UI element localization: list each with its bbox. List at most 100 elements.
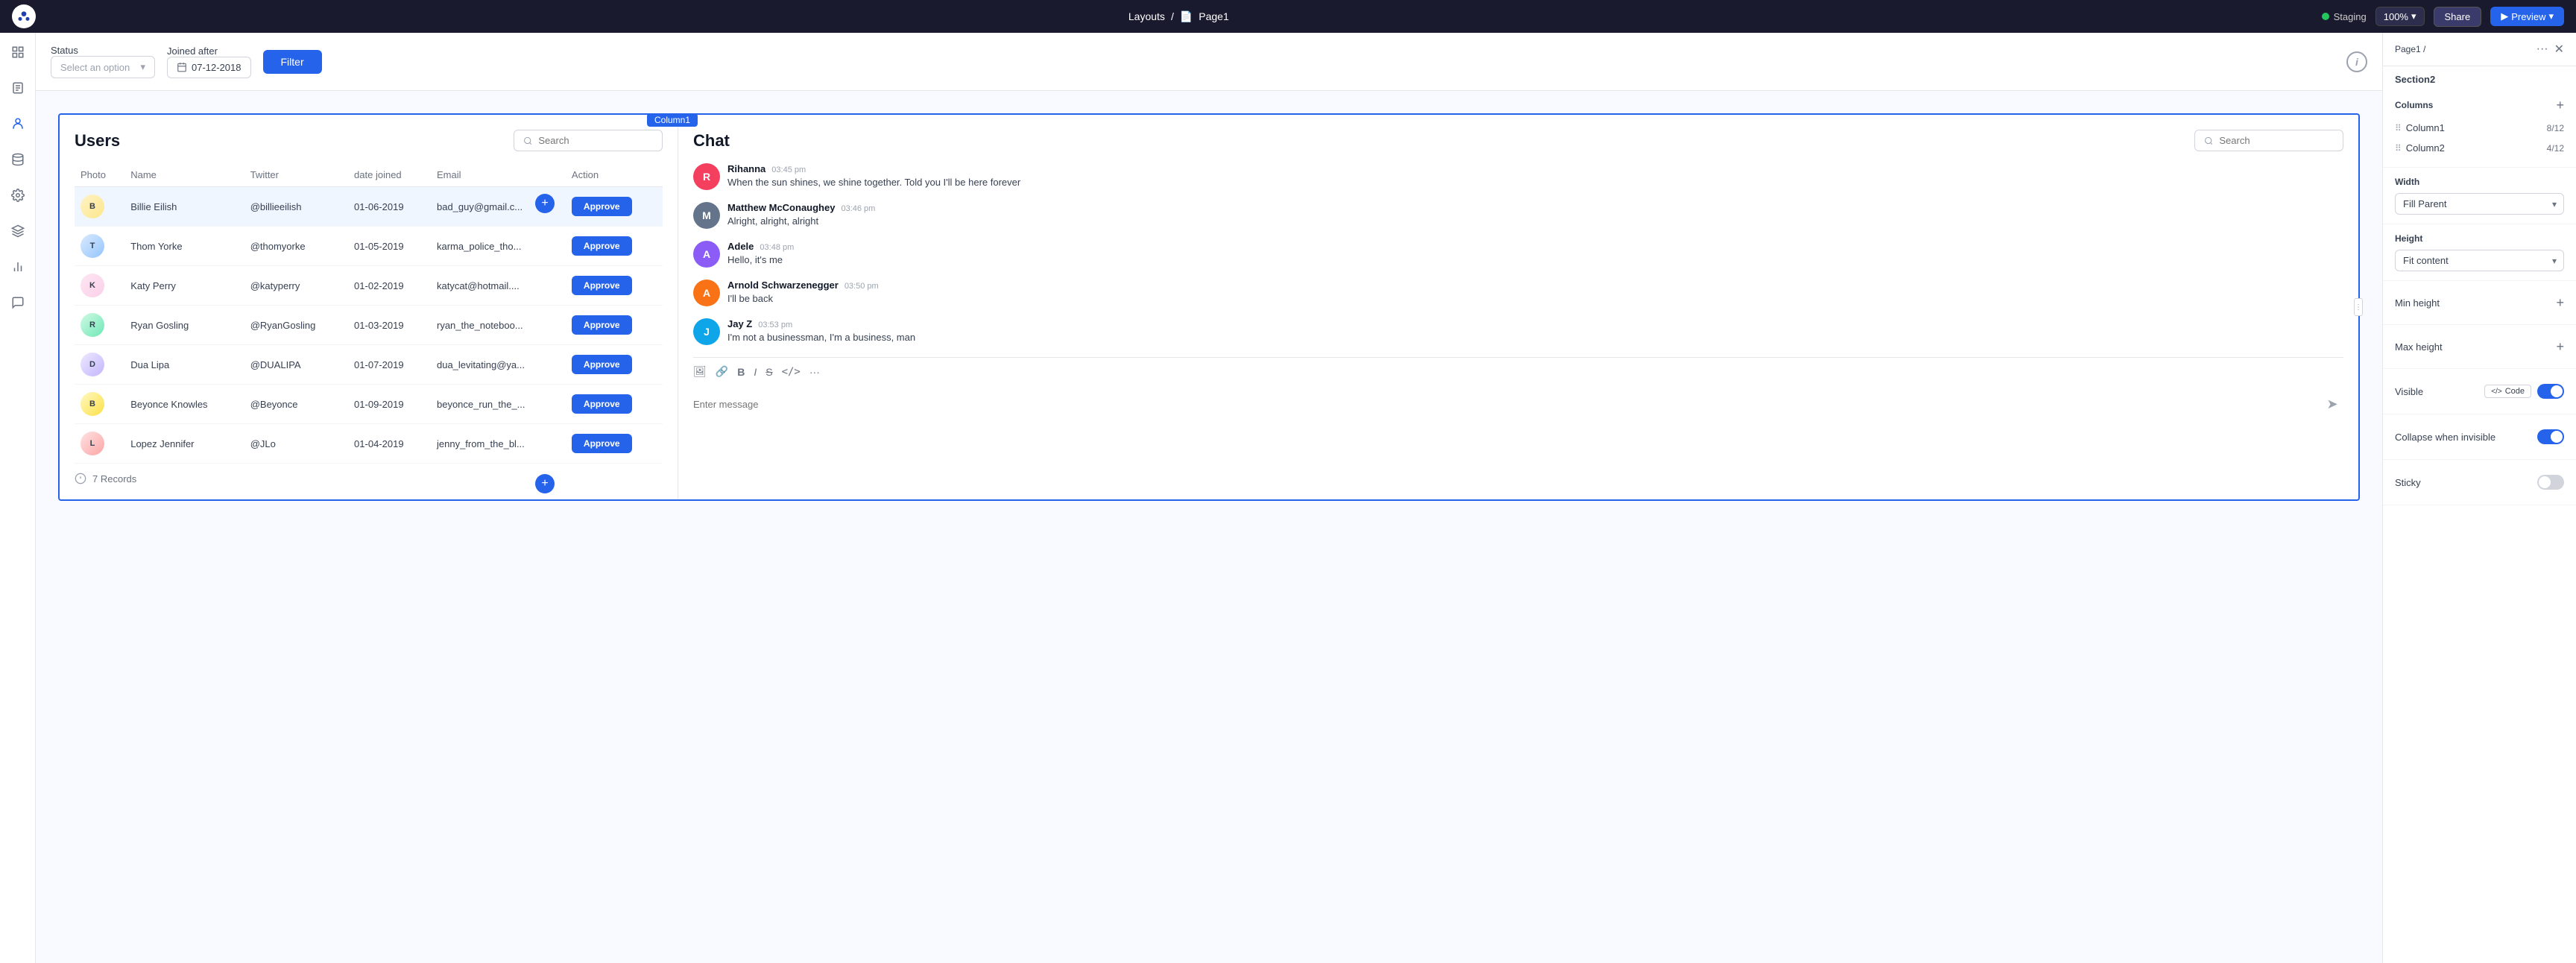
add-row-bottom-button[interactable]: + <box>535 474 555 493</box>
column1-drag-handle[interactable]: ⠿ <box>2395 123 2402 133</box>
rp-min-height-row: Min height + <box>2395 290 2564 315</box>
chat-msg-header: Jay Z 03:53 pm <box>727 318 2343 329</box>
approve-button[interactable]: Approve <box>572 394 632 414</box>
column-badge: Column1 <box>647 113 698 127</box>
left-sidebar <box>0 33 36 963</box>
table-cell-twitter[interactable]: @JLo <box>244 424 348 464</box>
table-cell-email: katycat@hotmail.... <box>431 266 566 306</box>
approve-button[interactable]: Approve <box>572 434 632 453</box>
add-row-top-button[interactable]: + <box>535 194 555 213</box>
image-tool-icon[interactable]: 🖼 <box>693 365 707 378</box>
table-cell-twitter[interactable]: @RyanGosling <box>244 306 348 345</box>
col-date: date joined <box>348 163 431 187</box>
sidebar-item-layers[interactable] <box>7 221 28 241</box>
table-cell-twitter[interactable]: @billieeilish <box>244 187 348 227</box>
rp-min-height-section: Min height + <box>2383 281 2576 325</box>
user-avatar: B <box>80 392 104 416</box>
chat-msg-name: Rihanna <box>727 163 765 174</box>
column2-drag-handle[interactable]: ⠿ <box>2395 143 2402 154</box>
layouts-link[interactable]: Layouts <box>1128 10 1165 22</box>
sidebar-item-users[interactable] <box>7 113 28 134</box>
table-cell-twitter[interactable]: @DUALIPA <box>244 345 348 385</box>
table-cell-date: 01-09-2019 <box>348 385 431 424</box>
table-cell-photo: L <box>75 424 124 464</box>
sidebar-item-settings[interactable] <box>7 185 28 206</box>
users-search-box[interactable] <box>514 130 663 151</box>
rp-columns-section: Columns + ⠿ Column1 8/12 ⠿ Column2 4/12 <box>2383 89 2576 168</box>
italic-tool-icon[interactable]: I <box>754 366 757 378</box>
table-cell-twitter[interactable]: @Beyonce <box>244 385 348 424</box>
link-tool-icon[interactable]: 🔗 <box>716 365 728 378</box>
more-tool-icon[interactable]: ··· <box>809 366 820 378</box>
sticky-toggle[interactable] <box>2537 475 2564 490</box>
date-input[interactable]: 07-12-2018 <box>167 57 251 78</box>
date-value: 07-12-2018 <box>192 62 242 73</box>
chat-message-input[interactable] <box>693 399 2321 410</box>
app-logo[interactable] <box>12 4 36 28</box>
info-button[interactable]: i <box>2346 51 2367 72</box>
records-count: 7 Records <box>92 473 136 484</box>
table-header: Photo Name Twitter date joined Email Act… <box>75 163 663 187</box>
table-cell-twitter[interactable]: @thomyorke <box>244 227 348 266</box>
table-cell-email: ryan_the_noteboo... <box>431 306 566 345</box>
approve-button[interactable]: Approve <box>572 355 632 374</box>
share-button[interactable]: Share <box>2434 7 2482 27</box>
chat-msg-content: Rihanna 03:45 pm When the sun shines, we… <box>727 163 2343 190</box>
sidebar-item-home[interactable] <box>7 42 28 63</box>
collapse-toggle[interactable] <box>2537 429 2564 444</box>
select-chevron: ▾ <box>140 61 145 73</box>
rp-min-height-add-button[interactable]: + <box>2556 296 2564 309</box>
rp-close-button[interactable]: ✕ <box>2554 42 2564 57</box>
rp-page-link[interactable]: Page1 <box>2395 44 2421 54</box>
page-name: Page1 <box>1199 10 1228 22</box>
col-twitter: Twitter <box>244 163 348 187</box>
rp-height-title: Height <box>2395 233 2422 244</box>
visible-toggle[interactable] <box>2537 384 2564 399</box>
approve-button[interactable]: Approve <box>572 197 632 216</box>
approve-button[interactable]: Approve <box>572 236 632 256</box>
chat-msg-content: Adele 03:48 pm Hello, it's me <box>727 241 2343 268</box>
rp-height-header: Height <box>2395 233 2564 244</box>
sidebar-item-data[interactable] <box>7 149 28 170</box>
user-avatar: D <box>80 353 104 376</box>
preview-button[interactable]: ▶ Preview ▾ <box>2490 7 2564 26</box>
rp-max-height-add-button[interactable]: + <box>2556 340 2564 353</box>
chat-message: A Arnold Schwarzenegger 03:50 pm I'll be… <box>693 280 2343 306</box>
rp-code-button[interactable]: </> Code <box>2484 385 2531 398</box>
approve-button[interactable]: Approve <box>572 315 632 335</box>
table-row: K Katy Perry @katyperry 01-02-2019 katyc… <box>75 266 663 306</box>
table-cell-twitter[interactable]: @katyperry <box>244 266 348 306</box>
strikethrough-tool-icon[interactable]: S <box>765 366 772 378</box>
chat-msg-time: 03:50 pm <box>845 282 879 291</box>
rp-more-button[interactable]: ··· <box>2536 42 2548 57</box>
bold-tool-icon[interactable]: B <box>737 366 745 378</box>
resize-handle[interactable]: ⋮ <box>2354 298 2363 316</box>
chat-search-input[interactable] <box>2219 135 2334 146</box>
user-avatar: K <box>80 274 104 297</box>
status-label: Status <box>51 45 155 56</box>
sidebar-item-analytics[interactable] <box>7 256 28 277</box>
sidebar-item-chat[interactable] <box>7 292 28 313</box>
rp-max-height-label: Max height <box>2395 341 2443 353</box>
chat-msg-text: Alright, alright, alright <box>727 215 2343 228</box>
filter-button[interactable]: Filter <box>263 50 322 74</box>
rp-height-select[interactable]: Fit content Fill Parent Fixed <box>2395 250 2564 271</box>
status-select[interactable]: Select an option ▾ <box>51 56 155 78</box>
chat-search-box[interactable] <box>2194 130 2343 151</box>
sidebar-item-pages[interactable] <box>7 78 28 98</box>
table-row: T Thom Yorke @thomyorke 01-05-2019 karma… <box>75 227 663 266</box>
rp-columns-add-button[interactable]: + <box>2556 98 2564 112</box>
approve-button[interactable]: Approve <box>572 276 632 295</box>
rp-section-name: Section2 <box>2383 66 2576 89</box>
table-row: R Ryan Gosling @RyanGosling 01-03-2019 r… <box>75 306 663 345</box>
rp-columns-title: Columns <box>2395 100 2433 110</box>
rp-breadcrumb: Page1 / <box>2395 44 2425 54</box>
send-button[interactable]: ➤ <box>2321 393 2343 415</box>
rp-column1-left: ⠿ Column1 <box>2395 122 2445 133</box>
preview-chevron: ▾ <box>2548 10 2554 22</box>
zoom-button[interactable]: 100% ▾ <box>2375 7 2425 26</box>
code-tool-icon[interactable]: </> <box>782 366 801 378</box>
users-search-input[interactable] <box>538 135 653 146</box>
filter-bar: Status Select an option ▾ Joined after 0… <box>36 33 2382 91</box>
rp-width-select[interactable]: Fill Parent Fit Content Fixed <box>2395 193 2564 215</box>
